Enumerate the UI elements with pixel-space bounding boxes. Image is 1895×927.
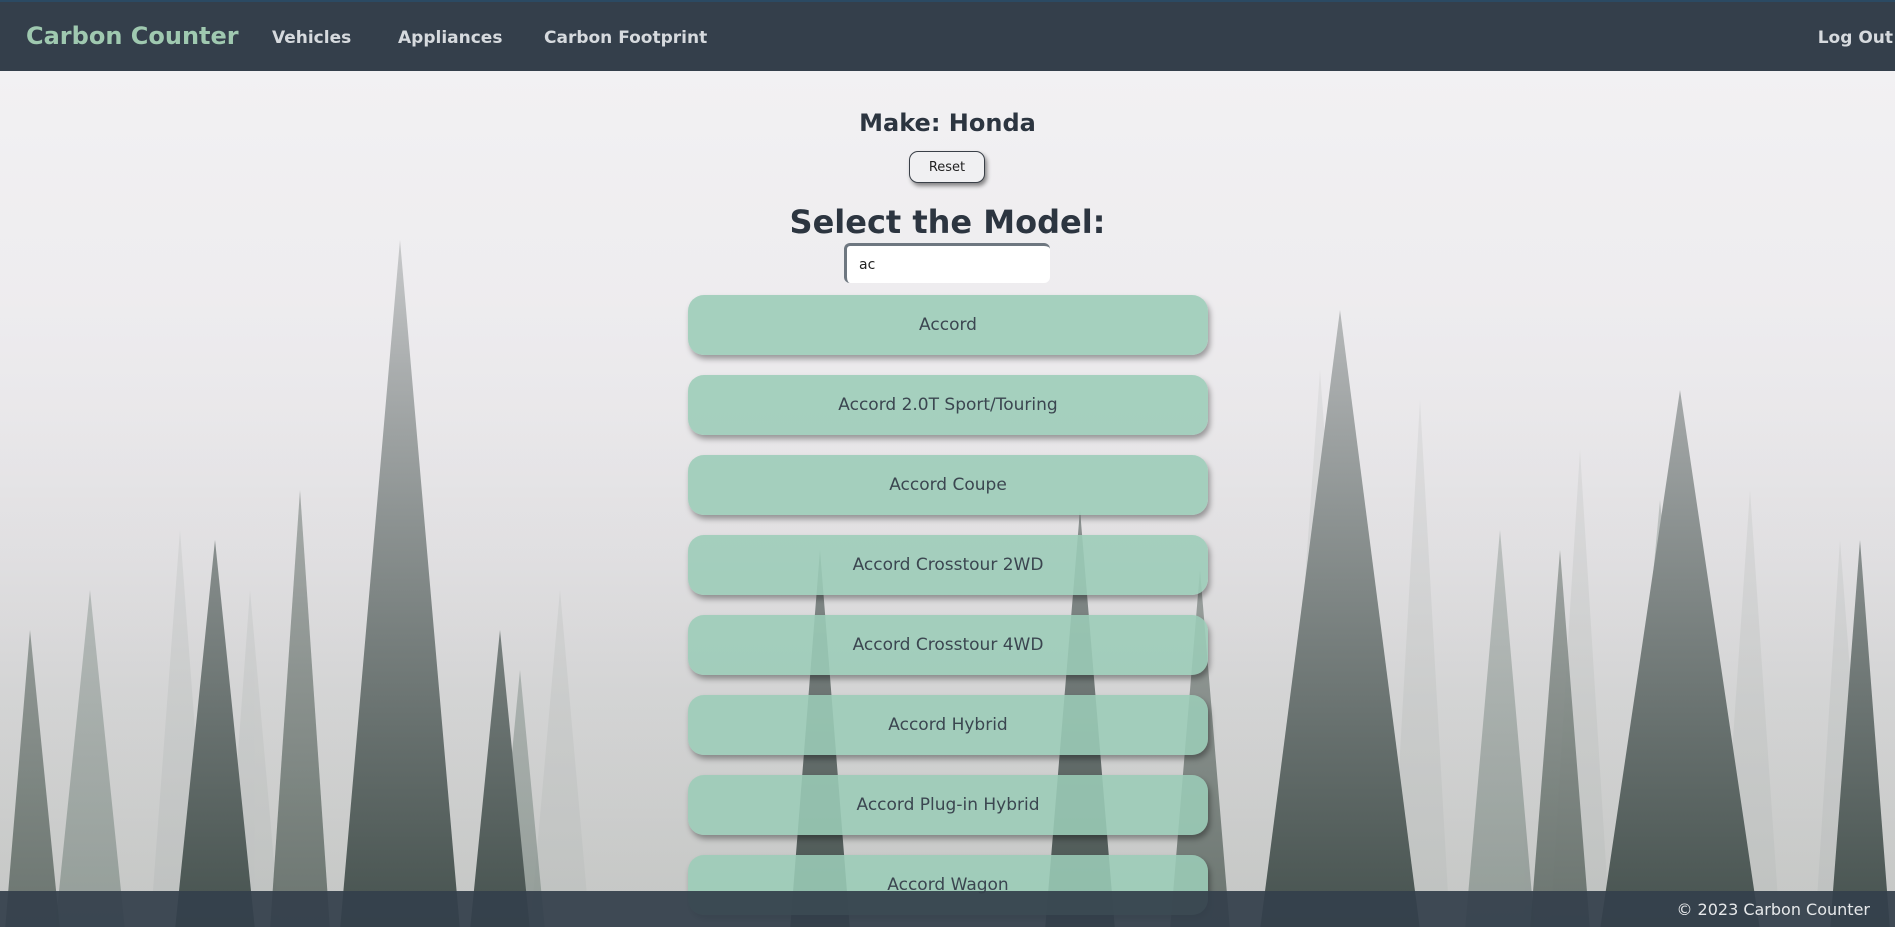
model-option-button[interactable]: Accord Crosstour 2WD: [688, 535, 1208, 595]
select-model-heading: Select the Model:: [789, 203, 1106, 241]
top-navbar: Carbon Counter Vehicles Appliances Carbo…: [0, 0, 1895, 71]
make-heading: Make: Honda: [859, 109, 1036, 137]
nav-appliances-link[interactable]: Appliances: [398, 28, 502, 48]
model-option-button[interactable]: Accord 2.0T Sport/Touring: [688, 375, 1208, 435]
model-selection-panel: Make: Honda Reset Select the Model: Acco…: [0, 71, 1895, 915]
reset-button[interactable]: Reset: [909, 151, 985, 183]
model-option-button[interactable]: Accord Crosstour 4WD: [688, 615, 1208, 675]
model-option-button[interactable]: Accord Coupe: [688, 455, 1208, 515]
nav-carbon-footprint-link[interactable]: Carbon Footprint: [544, 28, 707, 48]
page-footer: © 2023 Carbon Counter: [0, 891, 1895, 927]
model-option-button[interactable]: Accord Hybrid: [688, 695, 1208, 755]
model-option-button[interactable]: Accord: [688, 295, 1208, 355]
copyright-text: © 2023 Carbon Counter: [1676, 900, 1870, 919]
nav-vehicles-link[interactable]: Vehicles: [272, 28, 351, 48]
brand-logo-text[interactable]: Carbon Counter: [26, 22, 239, 50]
model-option-button[interactable]: Accord Plug-in Hybrid: [688, 775, 1208, 835]
logout-link[interactable]: Log Out: [1818, 28, 1893, 48]
model-search-input[interactable]: [844, 243, 1050, 283]
